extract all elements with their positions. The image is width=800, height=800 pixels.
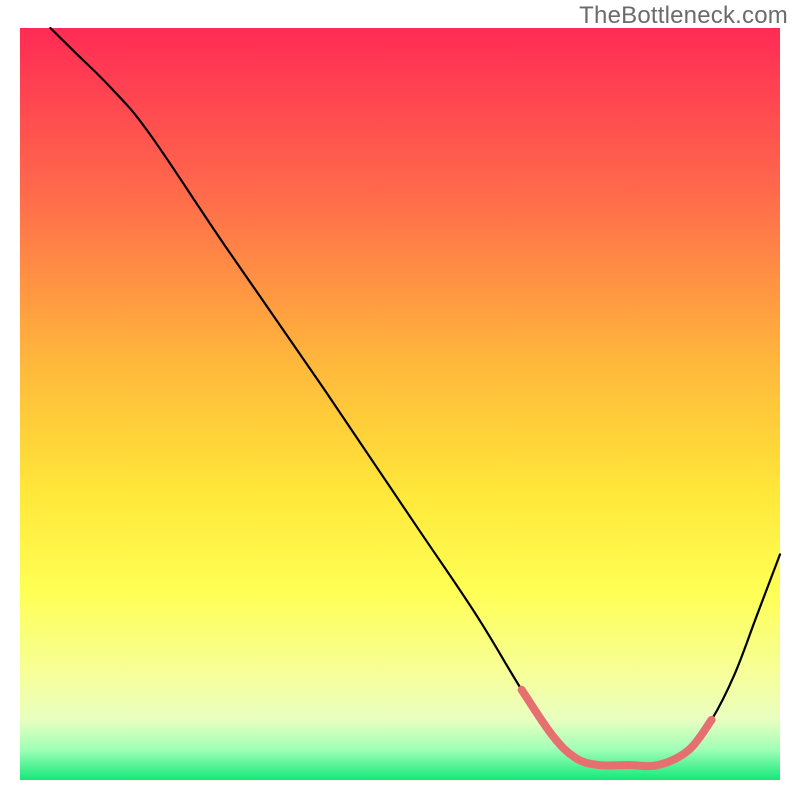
bottleneck-chart [0,0,800,800]
watermark-text: TheBottleneck.com [579,2,788,30]
plot-area [20,28,780,780]
chart-container: { "watermark": "TheBottleneck.com", "cha… [0,0,800,800]
